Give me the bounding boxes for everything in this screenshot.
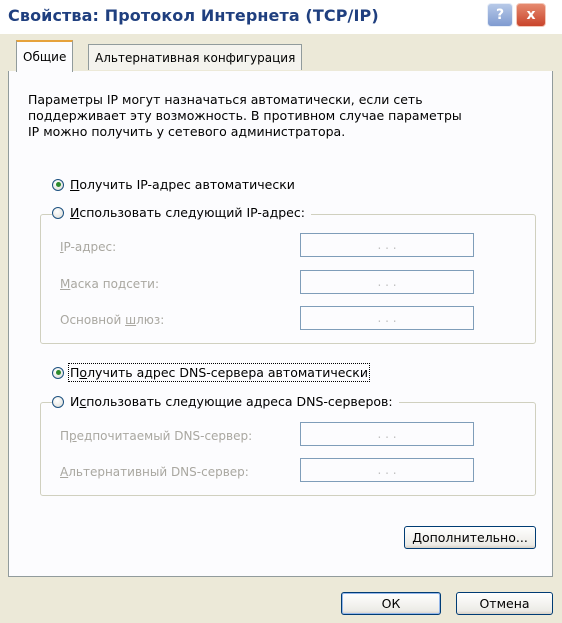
close-button[interactable]: x [516, 3, 546, 27]
help-icon: ? [495, 7, 505, 23]
tab-general[interactable]: Общие [16, 40, 74, 72]
subnet-mask-dots: . . . [377, 275, 397, 289]
radio-indicator[interactable] [52, 395, 64, 408]
ok-button-label: ОК [381, 596, 401, 611]
use-following-ip-label: Использовать следующий IP-адрес: [70, 205, 305, 220]
subnet-mask-label: Маска подсети: [60, 277, 160, 291]
obtain-dns-automatically-radio[interactable]: Получить адрес DNS-сервера автоматически [52, 363, 374, 382]
obtain-ip-automatically-label: Получить IP-адрес автоматически [70, 177, 295, 192]
title-bar[interactable]: Свойства: Протокол Интернета (TCP/IP) ? … [0, 0, 562, 34]
help-button[interactable]: ? [487, 3, 513, 27]
radio-indicator[interactable] [52, 206, 64, 219]
preferred-dns-input[interactable]: . . . [300, 422, 474, 446]
description-text: Параметры IP могут назначаться автоматич… [28, 92, 528, 140]
default-gateway-label: Основной шлюз: [60, 313, 165, 327]
use-following-dns-label: Использовать следующие адреса DNS-сервер… [70, 394, 393, 409]
preferred-dns-label: Предпочитаемый DNS-сервер: [60, 429, 253, 443]
obtain-dns-automatically-label: Получить адрес DNS-сервера автоматически [68, 363, 370, 382]
preferred-dns-dots: . . . [377, 427, 397, 441]
default-gateway-input[interactable]: . . . [300, 306, 474, 330]
obtain-ip-automatically-radio[interactable]: Получить IP-адрес автоматически [52, 177, 301, 192]
use-following-ip-radio[interactable]: Использовать следующий IP-адрес: [52, 205, 311, 220]
subnet-mask-input[interactable]: . . . [300, 270, 474, 294]
alternate-dns-dots: . . . [377, 463, 397, 477]
ip-address-dots: . . . [377, 238, 397, 252]
advanced-button-label: Дополнительно... [412, 530, 528, 545]
advanced-button[interactable]: Дополнительно... [404, 526, 536, 549]
close-icon: x [526, 7, 536, 23]
default-gateway-dots: . . . [377, 311, 397, 325]
tcpip-properties-dialog: Свойства: Протокол Интернета (TCP/IP) ? … [0, 0, 562, 623]
window-title: Свойства: Протокол Интернета (TCP/IP) [8, 6, 379, 25]
ip-address-label: IP-адрес: [60, 240, 117, 254]
ok-button[interactable]: ОК [341, 592, 441, 615]
use-following-dns-radio[interactable]: Использовать следующие адреса DNS-сервер… [52, 394, 399, 409]
tab-alternate-label: Альтернативная конфигурация [95, 50, 296, 65]
description-line: IP можно получить у сетевого администрат… [28, 124, 346, 139]
tab-general-label: Общие [23, 50, 67, 64]
tab-alternate-configuration[interactable]: Альтернативная конфигурация [88, 44, 303, 70]
cancel-button[interactable]: Отмена [456, 592, 553, 615]
alternate-dns-input[interactable]: . . . [300, 458, 474, 482]
radio-indicator[interactable] [52, 366, 64, 379]
alternate-dns-label: Альтернативный DNS-сервер: [60, 465, 249, 479]
cancel-button-label: Отмена [479, 596, 530, 611]
description-line: поддерживает эту возможность. В противно… [28, 108, 462, 123]
ip-address-input[interactable]: . . . [300, 233, 474, 257]
radio-indicator[interactable] [52, 178, 64, 191]
description-line: Параметры IP могут назначаться автоматич… [28, 92, 423, 107]
